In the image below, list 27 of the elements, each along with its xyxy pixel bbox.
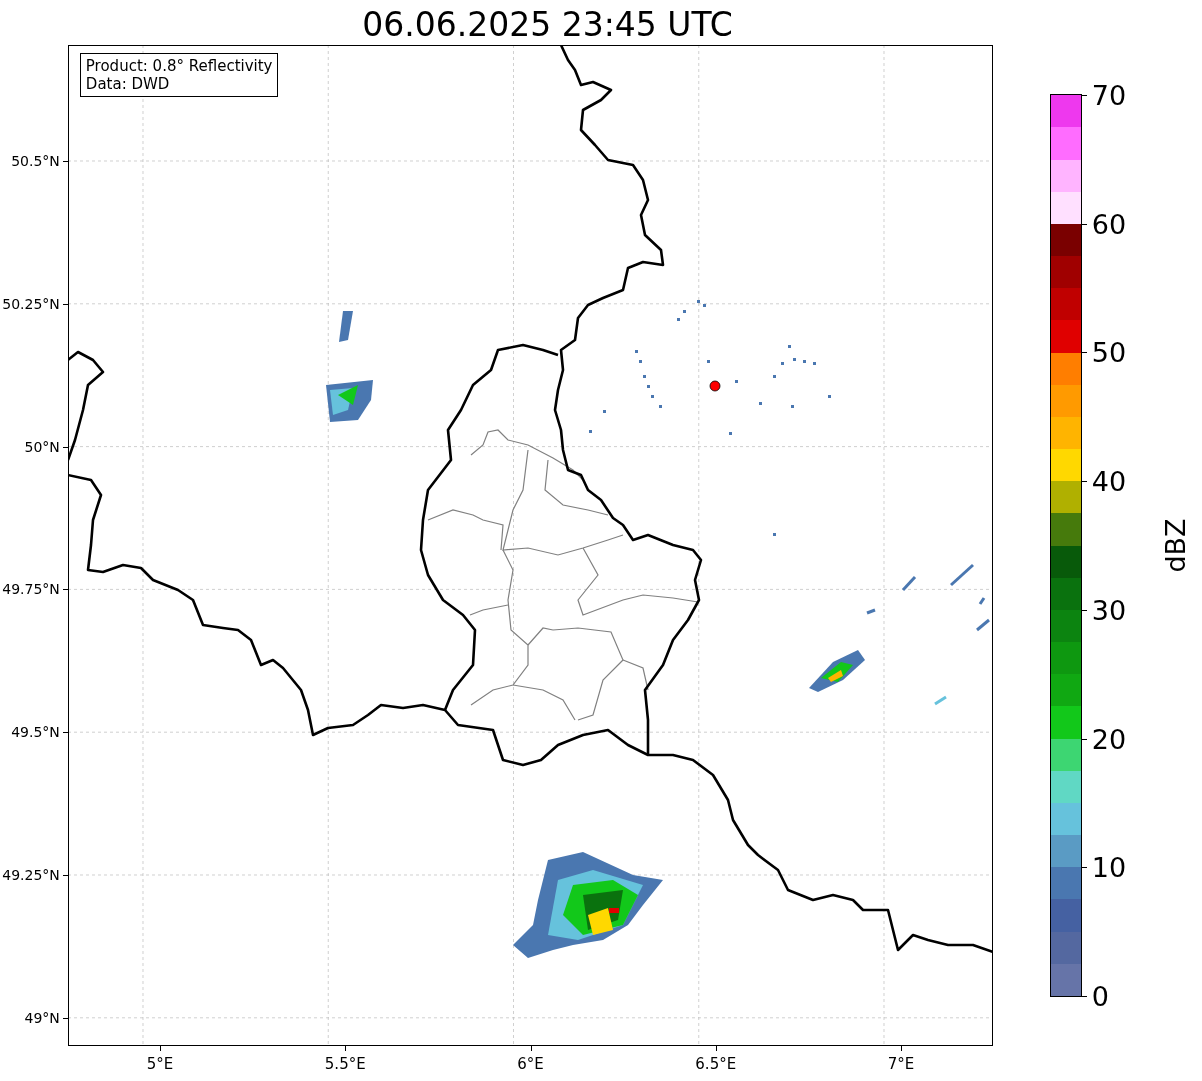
latitude-label: 50.25°N (2, 295, 60, 312)
colorbar-tick-label: 40 (1091, 465, 1127, 497)
latitude-label: 49°N (24, 1009, 60, 1026)
radar-echo (325, 380, 373, 422)
longitude-label: 6°E (517, 1055, 544, 1073)
colorbar-tick-label: 70 (1091, 79, 1127, 111)
radar-echo (338, 311, 353, 342)
latitude-label: 50.5°N (11, 153, 60, 169)
longitude-label: 7°E (887, 1055, 915, 1073)
colorbar-tick-label: 0 (1091, 980, 1109, 1012)
radar-site-marker (709, 380, 721, 392)
info-text: Product: 0.8° Reflectivity (85, 57, 273, 75)
colorbar-tick-label: 30 (1091, 594, 1127, 626)
longitude-label: 5°E (146, 1055, 174, 1073)
latitude-label: 49.5°N (11, 724, 60, 741)
latitude-label: 50°N (24, 438, 60, 455)
colorbar-title: dBZ (1159, 518, 1191, 573)
latitude-label: 49.75°N (2, 581, 60, 598)
longitude-label: 5.5°E (324, 1055, 366, 1073)
colorbar-tick-label: 60 (1091, 208, 1127, 240)
colorbar-tick-label: 50 (1091, 336, 1127, 368)
chart-title: 06.06.2025 23:45 UTC (362, 5, 733, 45)
info-text: Data: DWD (85, 75, 171, 93)
latitude-label: 49.25°N (2, 867, 60, 883)
colorbar-tick-label: 10 (1091, 851, 1127, 883)
longitude-label: 6.5°E (695, 1055, 737, 1073)
colorbar-tick-label: 20 (1091, 723, 1127, 755)
